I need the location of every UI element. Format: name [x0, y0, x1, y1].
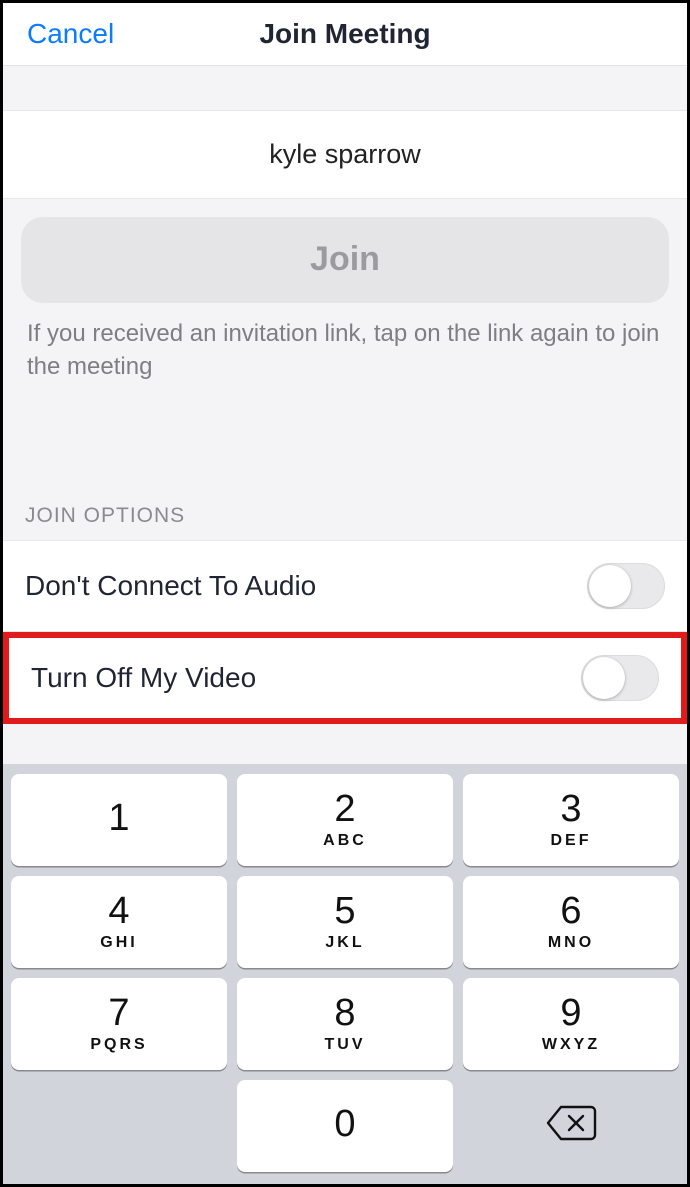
- page-title: Join Meeting: [259, 18, 430, 50]
- key-5[interactable]: 5JKL: [237, 876, 453, 968]
- join-hint: If you received an invitation link, tap …: [21, 303, 669, 384]
- option-turn-off-video[interactable]: Turn Off My Video: [9, 638, 681, 718]
- option-dont-connect-audio[interactable]: Don't Connect To Audio: [3, 540, 687, 632]
- option-label: Turn Off My Video: [31, 662, 256, 694]
- backspace-key[interactable]: [463, 1080, 679, 1172]
- key-1[interactable]: 1: [11, 774, 227, 866]
- highlight-frame: Turn Off My Video: [3, 632, 687, 724]
- toggle-dont-connect-audio[interactable]: [587, 563, 665, 609]
- key-9[interactable]: 9WXYZ: [463, 978, 679, 1070]
- key-4[interactable]: 4GHI: [11, 876, 227, 968]
- join-section: Join If you received an invitation link,…: [3, 199, 687, 384]
- name-input[interactable]: kyle sparrow: [3, 111, 687, 199]
- key-2[interactable]: 2ABC: [237, 774, 453, 866]
- key-6[interactable]: 6MNO: [463, 876, 679, 968]
- numeric-keypad: 1 2ABC 3DEF 4GHI 5JKL 6MNO 7PQRS 8TUV 9W…: [3, 764, 687, 1184]
- key-8[interactable]: 8TUV: [237, 978, 453, 1070]
- join-options-header: JOIN OPTIONS: [3, 384, 687, 540]
- key-0[interactable]: 0: [237, 1080, 453, 1172]
- join-button[interactable]: Join: [21, 217, 669, 303]
- option-label: Don't Connect To Audio: [25, 570, 316, 602]
- backspace-icon: [545, 1104, 597, 1147]
- spacer: [3, 724, 687, 764]
- key-3[interactable]: 3DEF: [463, 774, 679, 866]
- key-7[interactable]: 7PQRS: [11, 978, 227, 1070]
- key-blank: [11, 1080, 227, 1172]
- spacer: [3, 66, 687, 111]
- nav-bar: Cancel Join Meeting: [3, 3, 687, 66]
- toggle-turn-off-video[interactable]: [581, 655, 659, 701]
- cancel-button[interactable]: Cancel: [27, 18, 114, 50]
